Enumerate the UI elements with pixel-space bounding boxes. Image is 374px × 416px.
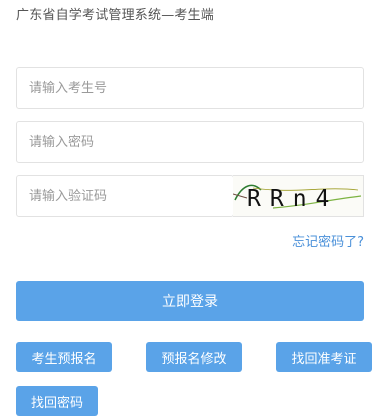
username-field[interactable] [16, 67, 364, 109]
captcha-field[interactable] [16, 175, 234, 217]
password-field[interactable] [16, 121, 364, 163]
pre-register-button[interactable]: 考生预报名 [16, 342, 112, 372]
forgot-password-link[interactable]: 忘记密码了? [292, 231, 364, 250]
captcha-input[interactable] [17, 176, 233, 216]
modify-registration-button[interactable]: 预报名修改 [146, 342, 242, 372]
password-input[interactable] [17, 122, 363, 162]
find-admission-number-button[interactable]: 找回准考证 [276, 342, 372, 372]
login-button[interactable]: 立即登录 [16, 281, 364, 321]
username-input[interactable] [17, 68, 363, 108]
captcha-image[interactable]: RRn4 [233, 175, 364, 217]
page-title: 广东省自学考试管理系统—考生端 [16, 8, 215, 23]
captcha-graphic: RRn4 [233, 176, 363, 216]
find-password-button[interactable]: 找回密码 [16, 386, 98, 416]
captcha-text: RRn4 [247, 186, 338, 212]
